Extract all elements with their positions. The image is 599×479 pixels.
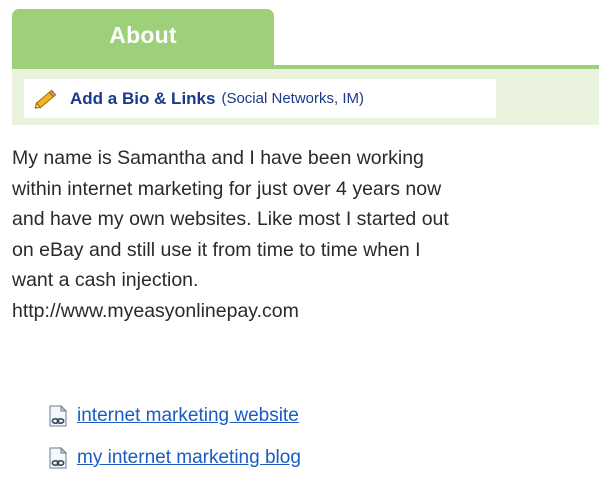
list-item: internet marketing website — [49, 395, 569, 437]
tab-about[interactable]: About — [12, 9, 274, 65]
list-item: my internet marketing blog — [49, 437, 569, 479]
about-line: and have my own websites. Like most I st… — [12, 208, 449, 230]
add-bio-box[interactable]: Add a Bio & Links (Social Networks, IM) — [24, 79, 496, 118]
link-list: internet marketing website my internet m… — [49, 395, 569, 479]
tab-about-label: About — [109, 21, 177, 48]
about-line: My name is Samantha and I have been work… — [12, 147, 424, 169]
pencil-icon — [34, 89, 57, 109]
internet-marketing-website-link[interactable]: internet marketing website — [77, 405, 299, 427]
web-link-document-icon — [49, 447, 67, 469]
about-url: http://www.myeasyonlinepay.com — [12, 299, 299, 322]
bio-links-hint: (Social Networks, IM) — [221, 90, 364, 107]
about-line: on eBay and still use it from time to ti… — [12, 238, 421, 261]
web-link-document-icon — [49, 405, 67, 427]
about-description: My name is Samantha and I have been work… — [12, 143, 592, 326]
about-line: want a cash injection. — [12, 269, 199, 291]
internet-marketing-blog-link[interactable]: my internet marketing blog — [77, 447, 301, 469]
add-bio-links-link[interactable]: Add a Bio & Links — [70, 89, 215, 109]
about-line: within internet marketing for just over … — [12, 177, 442, 200]
